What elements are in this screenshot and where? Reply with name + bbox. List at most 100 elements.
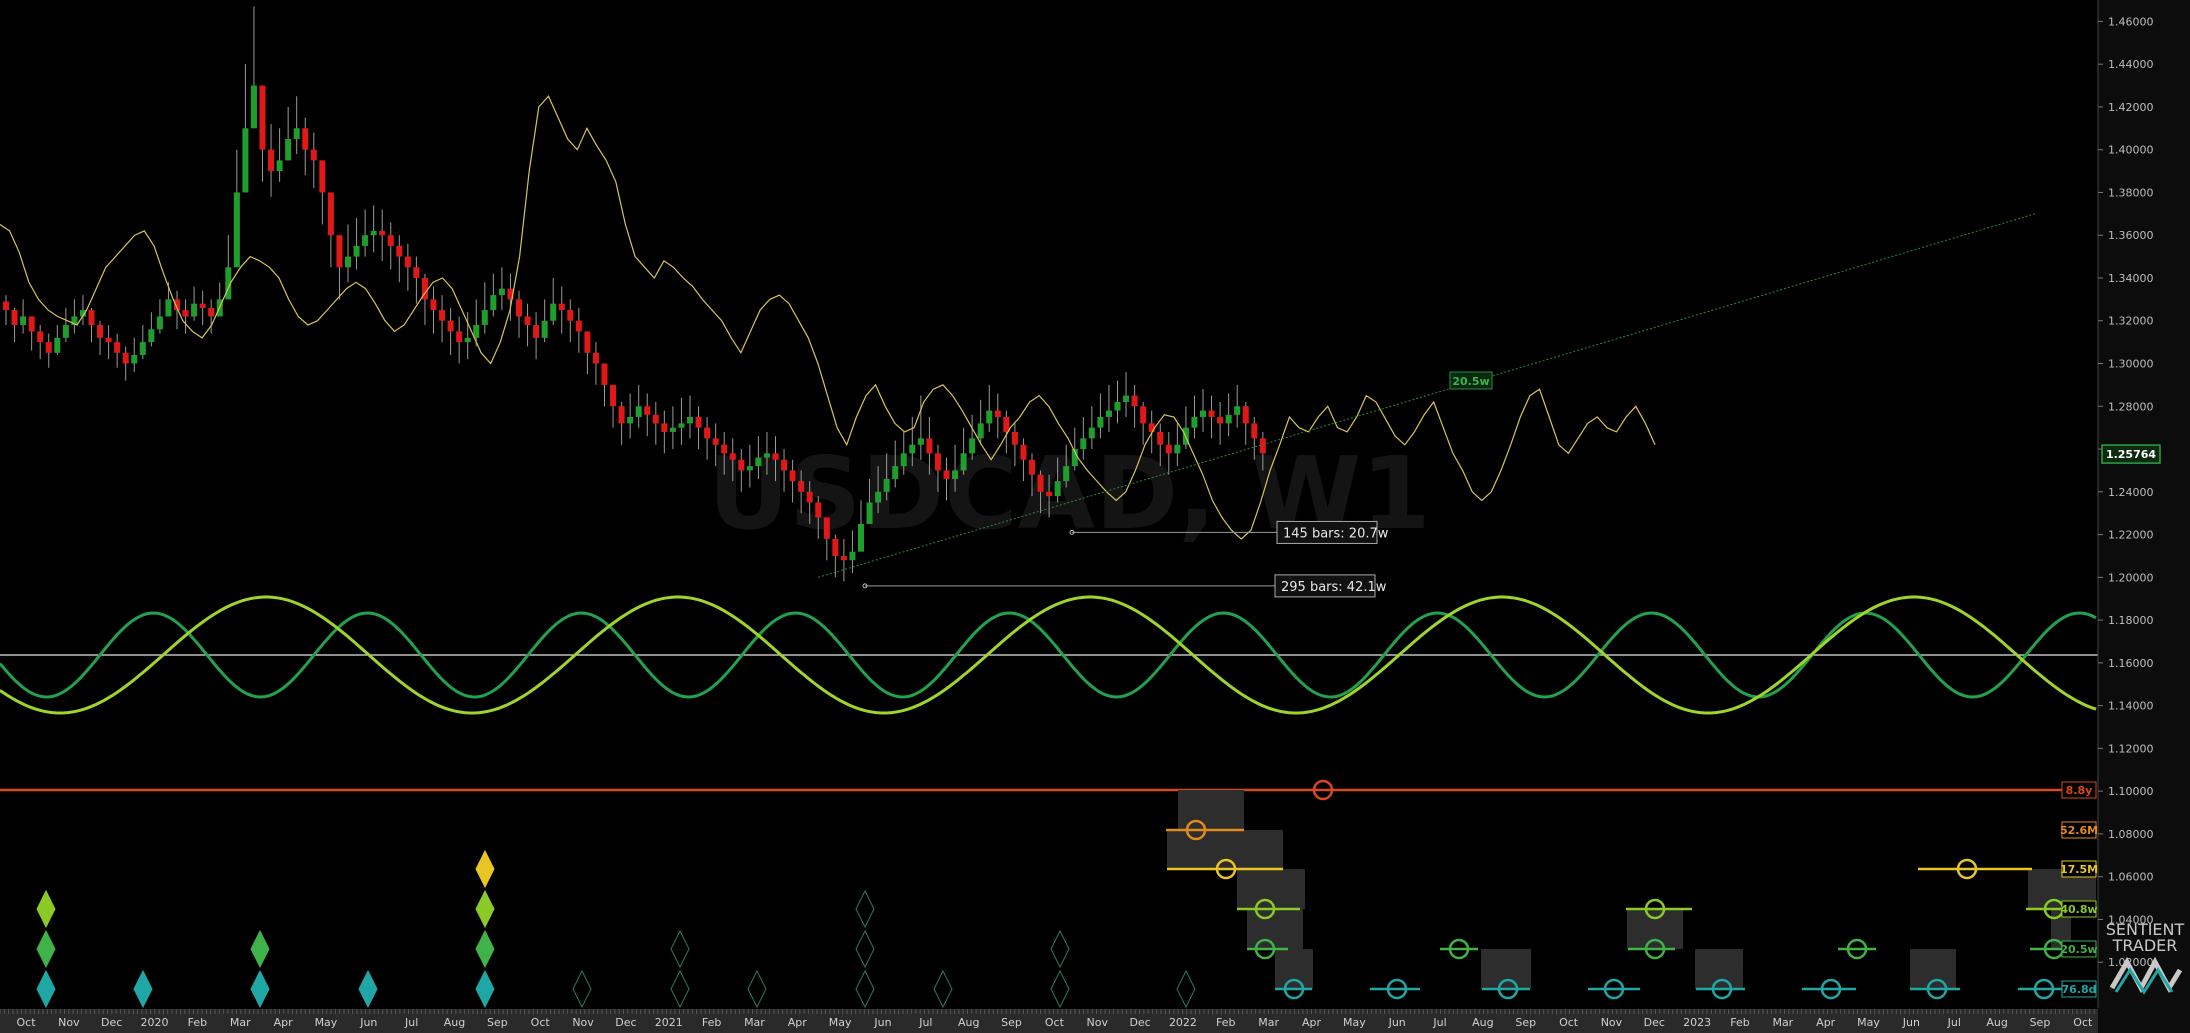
cycle-tag-label: 76.8d: [2061, 983, 2096, 996]
price-axis: 1.46000 1.44000 1.42000 1.40000 1.38000 1.360…: [2097, 0, 2190, 1033]
time-label: Aug: [1986, 1016, 2007, 1029]
candle-body: [336, 235, 343, 268]
candle-body: [789, 470, 796, 482]
candle-body: [1234, 406, 1241, 415]
candle-body: [977, 423, 984, 439]
candle-body: [1088, 427, 1095, 439]
logo-word-trader: TRADER: [2112, 936, 2178, 955]
price-tick-label: 1.22000: [2108, 529, 2154, 542]
time-label: 2021: [655, 1016, 683, 1029]
candle-body: [610, 384, 617, 407]
candle-body: [250, 85, 257, 129]
cycle-tag-label: 17.5M: [2060, 863, 2098, 876]
candle-body: [156, 316, 163, 330]
candle-body: [1225, 414, 1232, 424]
candle-body: [1174, 444, 1181, 454]
candle-body: [242, 128, 249, 193]
time-label: Jul: [1432, 1016, 1446, 1029]
candle-body: [1029, 459, 1035, 475]
candle-body: [11, 310, 18, 326]
candle-body: [960, 453, 967, 471]
candle-body: [285, 138, 292, 161]
time-label: Jul: [404, 1016, 418, 1029]
candle-body: [1020, 444, 1027, 460]
candle-body: [687, 416, 693, 424]
time-label: Mar: [230, 1016, 251, 1029]
candle-body: [533, 325, 540, 338]
price-tick-label: 1.10000: [2108, 785, 2154, 798]
time-label: 2023: [1683, 1016, 1711, 1029]
price-tick-label: 1.38000: [2108, 186, 2154, 199]
candle-body: [276, 160, 283, 172]
candle-body: [909, 444, 916, 454]
candle-body: [550, 303, 557, 321]
time-label: Mar: [1258, 1016, 1279, 1029]
candle-body: [772, 453, 779, 460]
candle-body: [541, 320, 548, 338]
time-label: Oct: [1559, 1016, 1579, 1029]
time-label: Oct: [531, 1016, 551, 1029]
time-label: Apr: [788, 1016, 808, 1029]
candle-body: [738, 459, 745, 471]
candle-body: [490, 295, 497, 311]
cycle-tag-label: 20.5w: [2060, 943, 2097, 956]
candle-body: [1208, 410, 1215, 417]
trend-tag-label: 20.5w: [1452, 375, 1489, 388]
cycle-tag-label: 52.6M: [2060, 824, 2098, 837]
candle-body: [447, 320, 454, 332]
candle-body: [644, 406, 651, 415]
time-label: Oct: [16, 1016, 36, 1029]
time-label: Jun: [359, 1016, 377, 1029]
candle-body: [943, 470, 950, 479]
candle-body: [1037, 474, 1044, 492]
candle-body: [635, 406, 642, 417]
time-label: Feb: [1730, 1016, 1749, 1029]
candle-body: [37, 331, 44, 343]
cycle-trough-zone: [1167, 830, 1283, 870]
candle-body: [28, 316, 35, 332]
time-label: Apr: [274, 1016, 294, 1029]
candle-body: [413, 267, 420, 278]
candle-body: [729, 453, 736, 460]
time-label: Jul: [1947, 1016, 1961, 1029]
time-label: Nov: [1087, 1016, 1109, 1029]
time-label: May: [829, 1016, 852, 1029]
candle-body: [781, 459, 788, 471]
candle-body: [1242, 406, 1249, 424]
price-tick-label: 1.30000: [2108, 358, 2154, 371]
candle-body: [592, 352, 599, 364]
candle-body: [1251, 423, 1258, 439]
candle-body: [1054, 481, 1061, 497]
time-label: Mar: [1772, 1016, 1793, 1029]
candle-body: [1003, 416, 1010, 432]
cycle-trough-zone: [1910, 949, 1956, 989]
candle-body: [584, 331, 591, 353]
cycle-chart[interactable]: USDCAD, W1 20.5w 145 bars: 20.7w295 bars…: [0, 0, 2190, 1033]
candle-body: [370, 230, 377, 236]
time-label: Sep: [2030, 1016, 2051, 1029]
time-label: Aug: [1472, 1016, 1493, 1029]
candle-body: [268, 149, 275, 172]
price-tick-label: 1.06000: [2108, 871, 2154, 884]
candle-body: [353, 245, 360, 257]
price-tick-label: 1.12000: [2108, 742, 2154, 755]
annotation-label: 145 bars: 20.7w: [1283, 526, 1389, 541]
candle-body: [498, 288, 505, 296]
candle-body: [293, 128, 300, 139]
candle-body: [345, 256, 351, 268]
time-label: Dec: [1129, 1016, 1150, 1029]
candle-body: [54, 337, 61, 353]
candle-body: [806, 491, 813, 503]
candle-body: [233, 192, 240, 268]
candle-body: [926, 438, 933, 454]
time-label: Nov: [1601, 1016, 1623, 1029]
candle-body: [430, 299, 437, 311]
candle-body: [858, 523, 864, 552]
candle-body: [310, 149, 317, 161]
candle-body: [952, 470, 959, 479]
candle-body: [464, 337, 471, 343]
candle-body: [883, 478, 890, 492]
candle-body: [1123, 395, 1130, 402]
candle-body: [1259, 438, 1266, 454]
time-label: Jun: [873, 1016, 891, 1029]
